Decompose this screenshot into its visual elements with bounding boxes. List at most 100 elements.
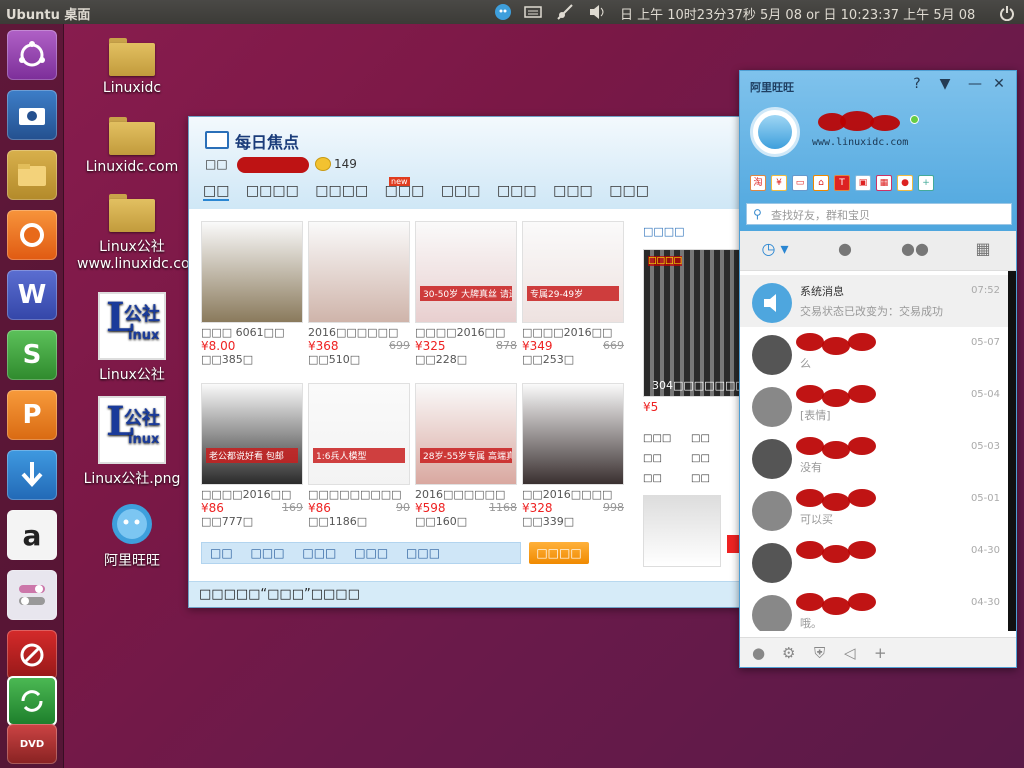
skin-icon[interactable]: ▼ <box>936 76 954 92</box>
menu-icon[interactable]: ● <box>752 644 765 662</box>
product-name[interactable]: □□2016□□□□ <box>522 488 624 501</box>
launcher-wps-spreadsheet[interactable]: S <box>7 330 57 380</box>
product-name[interactable]: □□□ 6061□□ <box>201 326 303 339</box>
contact-avatar[interactable] <box>752 543 792 583</box>
shield-icon[interactable]: ⛨ <box>814 644 825 662</box>
contact-list-scrollbar[interactable] <box>1008 271 1016 631</box>
contact-avatar[interactable] <box>752 387 792 427</box>
settings-gear-icon[interactable]: ⚙ <box>782 644 795 662</box>
contact-row[interactable]: 没有 05-03 <box>740 431 1008 483</box>
desktop-icon-linuxidc[interactable]: Linuxidc <box>72 38 192 96</box>
product-card[interactable]: 2016□□□□□□ ¥368 699 □□510□ <box>308 221 410 366</box>
category-link[interactable]: □□□ <box>354 546 388 560</box>
tab-groups-people-icon[interactable]: ●● <box>880 239 950 258</box>
launcher-firefox[interactable] <box>7 210 57 260</box>
product-name[interactable]: □□□□2016□□ <box>415 326 517 339</box>
side-link[interactable]: □□ <box>691 453 710 464</box>
tab-0[interactable]: □□ <box>203 183 230 201</box>
minimize-icon[interactable]: — <box>966 76 984 92</box>
product-image[interactable] <box>201 221 303 323</box>
launcher-wps-writer[interactable]: W <box>7 270 57 320</box>
speaker-icon[interactable]: ◁ <box>844 644 856 662</box>
contact-row[interactable]: [表情] 05-04 <box>740 379 1008 431</box>
more-button[interactable]: □□□□ <box>529 542 589 564</box>
contact-row[interactable]: 可以买 05-01 <box>740 483 1008 535</box>
product-image[interactable]: 1:6兵人模型 <box>308 383 410 485</box>
category-link[interactable]: □□ <box>210 546 233 560</box>
category-link[interactable]: □□□ <box>406 546 440 560</box>
side-promo-image[interactable]: □□□□ 304□□□□□□□ <box>643 249 739 397</box>
coin-icon[interactable]: ¥ <box>771 175 787 191</box>
side-link[interactable]: □□□ <box>643 429 691 449</box>
tab-contacts-person-icon[interactable]: ● <box>810 239 880 258</box>
product-card[interactable]: 老公都说好看 包邮 □□□□2016□□ ¥86 169 □□777□ <box>201 383 303 528</box>
desktop-icon-aliwangwang[interactable]: 阿里旺旺 <box>72 500 192 570</box>
launcher-update-manager[interactable] <box>7 676 57 726</box>
gold-icon[interactable]: ● <box>897 175 913 191</box>
launcher-downloader[interactable] <box>7 450 57 500</box>
contact-avatar[interactable] <box>752 439 792 479</box>
launcher-settings[interactable] <box>7 570 57 620</box>
tab-1[interactable]: □□□□ <box>246 183 299 199</box>
add-plus-icon[interactable]: + <box>874 644 887 662</box>
product-name[interactable]: □□□□2016□□ <box>522 326 624 339</box>
dash-button[interactable] <box>7 30 57 80</box>
tab-apps-grid-icon[interactable]: ▦ <box>948 239 1016 258</box>
product-card[interactable]: 专属29-49岁 □□□□2016□□ ¥349 669 □□253□ <box>522 221 624 366</box>
category-link[interactable]: □□□ <box>251 546 285 560</box>
user-avatar[interactable] <box>750 107 800 157</box>
network-icon[interactable] <box>554 2 576 22</box>
help-icon[interactable]: ? <box>908 76 926 92</box>
desktop-icon-linux-gongshe[interactable]: L 公社 inux Linux公社 <box>72 292 192 384</box>
photo-icon[interactable]: ▣ <box>855 175 871 191</box>
product-name[interactable]: □□□□2016□□ <box>201 488 303 501</box>
desktop-icon-linuxidc-com[interactable]: Linuxidc.com <box>72 117 192 175</box>
product-name[interactable]: □□□□□□□□□ <box>308 488 410 501</box>
desktop-icon-linux-gongshe-png[interactable]: L 公社 inux Linux公社.png <box>72 396 192 488</box>
side-link[interactable]: □□ <box>643 469 691 489</box>
product-name[interactable]: 2016□□□□□□ <box>415 488 517 501</box>
side-dress-image[interactable] <box>643 495 721 567</box>
grid-app-icon[interactable]: ▦ <box>876 175 892 191</box>
category-link[interactable]: □□□ <box>302 546 336 560</box>
product-image[interactable]: 老公都说好看 包邮 <box>201 383 303 485</box>
side-link[interactable]: □□ <box>643 449 691 469</box>
desktop-icon-linux-gongshe-www[interactable]: Linux公社www.linuxidc.com <box>72 194 203 272</box>
side-link[interactable]: □□ <box>691 473 710 484</box>
product-image[interactable]: 28岁-55岁专属 高端真丝连衣裙 <box>415 383 517 485</box>
product-card[interactable]: 1:6兵人模型 □□□□□□□□□ ¥86 90 □□1186□ <box>308 383 410 528</box>
message-icon[interactable]: ▭ <box>792 175 808 191</box>
side-link[interactable]: □□ <box>691 433 710 444</box>
taobao-icon[interactable]: 淘 <box>750 175 766 191</box>
tab-recent-clock-icon[interactable]: ◷ ▾ <box>740 239 810 258</box>
contact-avatar[interactable] <box>752 335 792 375</box>
clock[interactable]: 日 上午 10时23分37秒 5月 08 or 日 10:23:37 上午 5月… <box>620 4 975 23</box>
contact-row[interactable]: 系统消息 交易状态已改变为：交易成功 07:52 <box>740 275 1008 327</box>
product-card[interactable]: □□2016□□□□ ¥328 998 □□339□ <box>522 383 624 528</box>
contact-avatar[interactable] <box>752 283 792 323</box>
volume-icon[interactable] <box>586 2 608 22</box>
tab-6[interactable]: □□□ <box>553 183 593 199</box>
tab-4[interactable]: □□□ <box>441 183 481 199</box>
product-card[interactable]: □□□ 6061□□ ¥8.00 □□385□ <box>201 221 303 366</box>
close-icon[interactable]: ✕ <box>990 76 1008 92</box>
tab-5[interactable]: □□□ <box>497 183 537 199</box>
launcher-wps-presentation[interactable]: P <box>7 390 57 440</box>
contact-row[interactable]: 04-30 <box>740 535 1008 587</box>
add-icon[interactable]: + <box>918 175 934 191</box>
launcher-dvd[interactable]: DVD <box>7 724 57 764</box>
tmall-icon[interactable]: T <box>834 175 850 191</box>
product-image[interactable] <box>522 383 624 485</box>
launcher-screenshot[interactable] <box>7 90 57 140</box>
contact-row[interactable]: 哦。 04-30 <box>740 587 1008 631</box>
product-card[interactable]: 30-50岁 大牌真丝 请进» □□□□2016□□¥325 878 □□228□ <box>415 221 517 366</box>
launcher-files[interactable] <box>7 150 57 200</box>
product-image[interactable] <box>308 221 410 323</box>
home-icon[interactable]: ⌂ <box>813 175 829 191</box>
power-icon[interactable] <box>996 3 1018 23</box>
launcher-amazon[interactable]: a <box>7 510 57 560</box>
product-name[interactable]: 2016□□□□□□ <box>308 326 410 339</box>
product-image[interactable]: 30-50岁 大牌真丝 请进» <box>415 221 517 323</box>
focus-footer[interactable]: □□□□□“□□□”□□□□ <box>189 581 739 607</box>
contact-search-input[interactable]: ⚲ 查找好友，群和宝贝 <box>746 203 1012 225</box>
